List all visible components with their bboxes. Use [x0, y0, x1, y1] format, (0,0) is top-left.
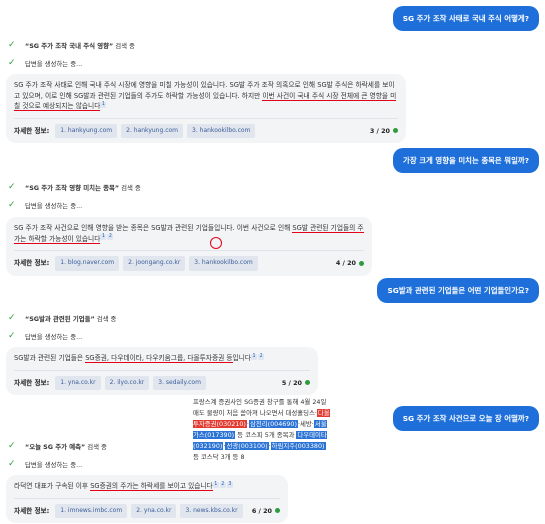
- source-link[interactable]: 3. news.kbs.co.kr: [180, 503, 243, 518]
- source-link[interactable]: 1. imnews.imbc.com: [55, 503, 128, 518]
- search-status-2: ✓ “SG 주가 조작 영향 미치는 종목” 검색 중: [8, 182, 141, 192]
- stock-tag: 삼천리(004690): [248, 420, 298, 428]
- sources-label: 자세한 정보:: [14, 378, 50, 387]
- generating-status-2: ✓ 답변을 생성하는 중...: [8, 200, 82, 210]
- search-query: “SG 주가 조작 영향 미치는 종목”: [25, 183, 120, 192]
- search-query: “SG 주가 조작 국내 주식 영향”: [25, 41, 114, 50]
- source-link[interactable]: 1. blog.naver.com: [55, 256, 120, 271]
- check-icon: ✓: [8, 441, 16, 451]
- source-link[interactable]: 3. hankookilbo.com: [187, 123, 256, 138]
- search-status-3: ✓ “SG발과 관련된 기업들” 검색 중: [8, 313, 116, 323]
- source-link[interactable]: 2. ilyo.co.kr: [104, 375, 150, 390]
- answer-text: SG발과 관련된 기업들은 SG증권, 다우데이타, 다우키움그룹, 다올투자증…: [14, 353, 265, 363]
- source-link[interactable]: 3. sedaily.com: [153, 375, 206, 390]
- source-link[interactable]: 1. hankyung.com: [55, 123, 118, 138]
- stock-tag: 하림지주(003380): [270, 442, 326, 450]
- source-link[interactable]: 2. hankyung.com: [121, 123, 184, 138]
- answer-text: SG 주가 조작 사건으로 인해 영향을 받는 종목은 SG발과 관련된 기업들…: [14, 224, 364, 244]
- red-circle-annotation: [210, 237, 222, 249]
- sources-row: 자세한 정보: 1. blog.naver.com 2. joongang.co…: [14, 250, 364, 271]
- citation-link[interactable]: 1: [100, 101, 107, 108]
- search-suffix: 검색 중: [94, 314, 117, 323]
- source-link[interactable]: 2. yna.co.kr: [131, 503, 177, 518]
- user-message-2: 가장 크게 영향을 미치는 종목은 뭐일까?: [393, 148, 539, 173]
- status-dot-icon: [359, 260, 364, 266]
- answer-text: SG 주가 조작 사태로 인해 국내 주식 시장에 영향을 미칠 가능성이 있습…: [14, 81, 397, 111]
- stock-news-excerpt: 프랑스계 증권사인 SG증권 창구를 통해 4월 24일 매도 물량이 처음 쏟…: [193, 398, 330, 461]
- sources-label: 자세한 정보:: [14, 126, 50, 135]
- sources-row: 자세한 정보: 1. hankyung.com 2. hankyung.com …: [14, 117, 398, 138]
- highlighted-text: SG증권, 다우데이타, 다우키움그룹, 다올투자증권 등: [85, 354, 233, 363]
- check-icon: ✓: [8, 58, 16, 68]
- citation-link[interactable]: 1: [100, 234, 107, 241]
- answer-card-4: 라덕연 대표가 구속된 이후 SG증권의 주가는 하락세를 보이고 있습니다 1 2…: [6, 475, 288, 523]
- citation-link[interactable]: 2: [107, 234, 114, 241]
- search-status-4: ✓ “오늘 SG 주가 예측” 검색 중: [8, 441, 107, 451]
- answer-text: 라덕연 대표가 구속된 이후 SG증권의 주가는 하락세를 보이고 있습니다 1 2…: [14, 481, 233, 491]
- search-suffix: 검색 중: [85, 442, 107, 451]
- check-icon: ✓: [8, 459, 16, 469]
- search-status-1: ✓ “SG 주가 조작 국내 주식 영향” 검색 중: [8, 40, 135, 50]
- generating-text: 답변을 생성하는 중...: [25, 59, 83, 68]
- check-icon: ✓: [8, 200, 16, 210]
- generating-status-3: ✓ 답변을 생성하는 중...: [8, 331, 82, 341]
- check-icon: ✓: [8, 331, 16, 341]
- search-query: “오늘 SG 주가 예측”: [25, 442, 86, 451]
- response-counter: 4 / 20: [336, 258, 364, 269]
- answer-card-3: SG발과 관련된 기업들은 SG증권, 다우데이타, 다우키움그룹, 다올투자증…: [6, 347, 318, 395]
- citation-link[interactable]: 1: [212, 481, 219, 488]
- status-dot-icon: [305, 380, 310, 386]
- status-dot-icon: [393, 128, 398, 134]
- source-link[interactable]: 2. joongang.co.kr: [123, 256, 186, 271]
- citation-link[interactable]: 1: [251, 353, 258, 360]
- generating-status-4: ✓ 답변을 생성하는 중...: [8, 459, 82, 469]
- generating-text: 답변을 생성하는 중...: [25, 460, 83, 469]
- source-link[interactable]: 3. hankookilbo.com: [189, 256, 258, 271]
- citation-link[interactable]: 2: [258, 353, 265, 360]
- source-link[interactable]: 1. yna.co.kr: [55, 375, 101, 390]
- stock-tag: 선광(003100): [225, 442, 269, 450]
- user-message-3: SG발과 관련된 기업들은 어떤 기업들인가요?: [377, 278, 539, 303]
- generating-status-1: ✓ 답변을 생성하는 중...: [8, 58, 82, 68]
- highlighted-text: SG증권의 주가는 하락세를 보이고 있습니다: [90, 482, 213, 491]
- generating-text: 답변을 생성하는 중...: [25, 201, 83, 210]
- response-counter: 3 / 20: [370, 126, 398, 137]
- user-message-1: SG 주가 조작 사태로 국내 주식 어떻게?: [392, 6, 539, 31]
- response-counter: 5 / 20: [282, 378, 310, 389]
- check-icon: ✓: [8, 40, 16, 50]
- search-query: “SG발과 관련된 기업들”: [25, 314, 95, 323]
- citation-link[interactable]: 3: [226, 481, 233, 488]
- user-message-4: SG 주가 조작 사건으로 오늘 장 어떨까?: [392, 406, 539, 431]
- sources-label: 자세한 정보:: [14, 259, 50, 267]
- status-dot-icon: [275, 508, 280, 514]
- answer-card-1: SG 주가 조작 사태로 인해 국내 주식 시장에 영향을 미칠 가능성이 있습…: [6, 74, 406, 143]
- search-suffix: 검색 중: [113, 41, 135, 50]
- check-icon: ✓: [8, 313, 16, 323]
- sources-row: 자세한 정보: 1. yna.co.kr 2. ilyo.co.kr 3. se…: [14, 369, 310, 390]
- sources-row: 자세한 정보: 1. imnews.imbc.com 2. yna.co.kr …: [14, 497, 280, 518]
- answer-card-2: SG 주가 조작 사건으로 인해 영향을 받는 종목은 SG발과 관련된 기업들…: [6, 217, 372, 276]
- sources-label: 자세한 정보:: [14, 506, 50, 515]
- citation-link[interactable]: 2: [219, 481, 226, 488]
- check-icon: ✓: [8, 182, 16, 192]
- search-suffix: 검색 중: [119, 183, 141, 192]
- response-counter: 6 / 20: [252, 506, 280, 517]
- generating-text: 답변을 생성하는 중...: [25, 332, 83, 341]
